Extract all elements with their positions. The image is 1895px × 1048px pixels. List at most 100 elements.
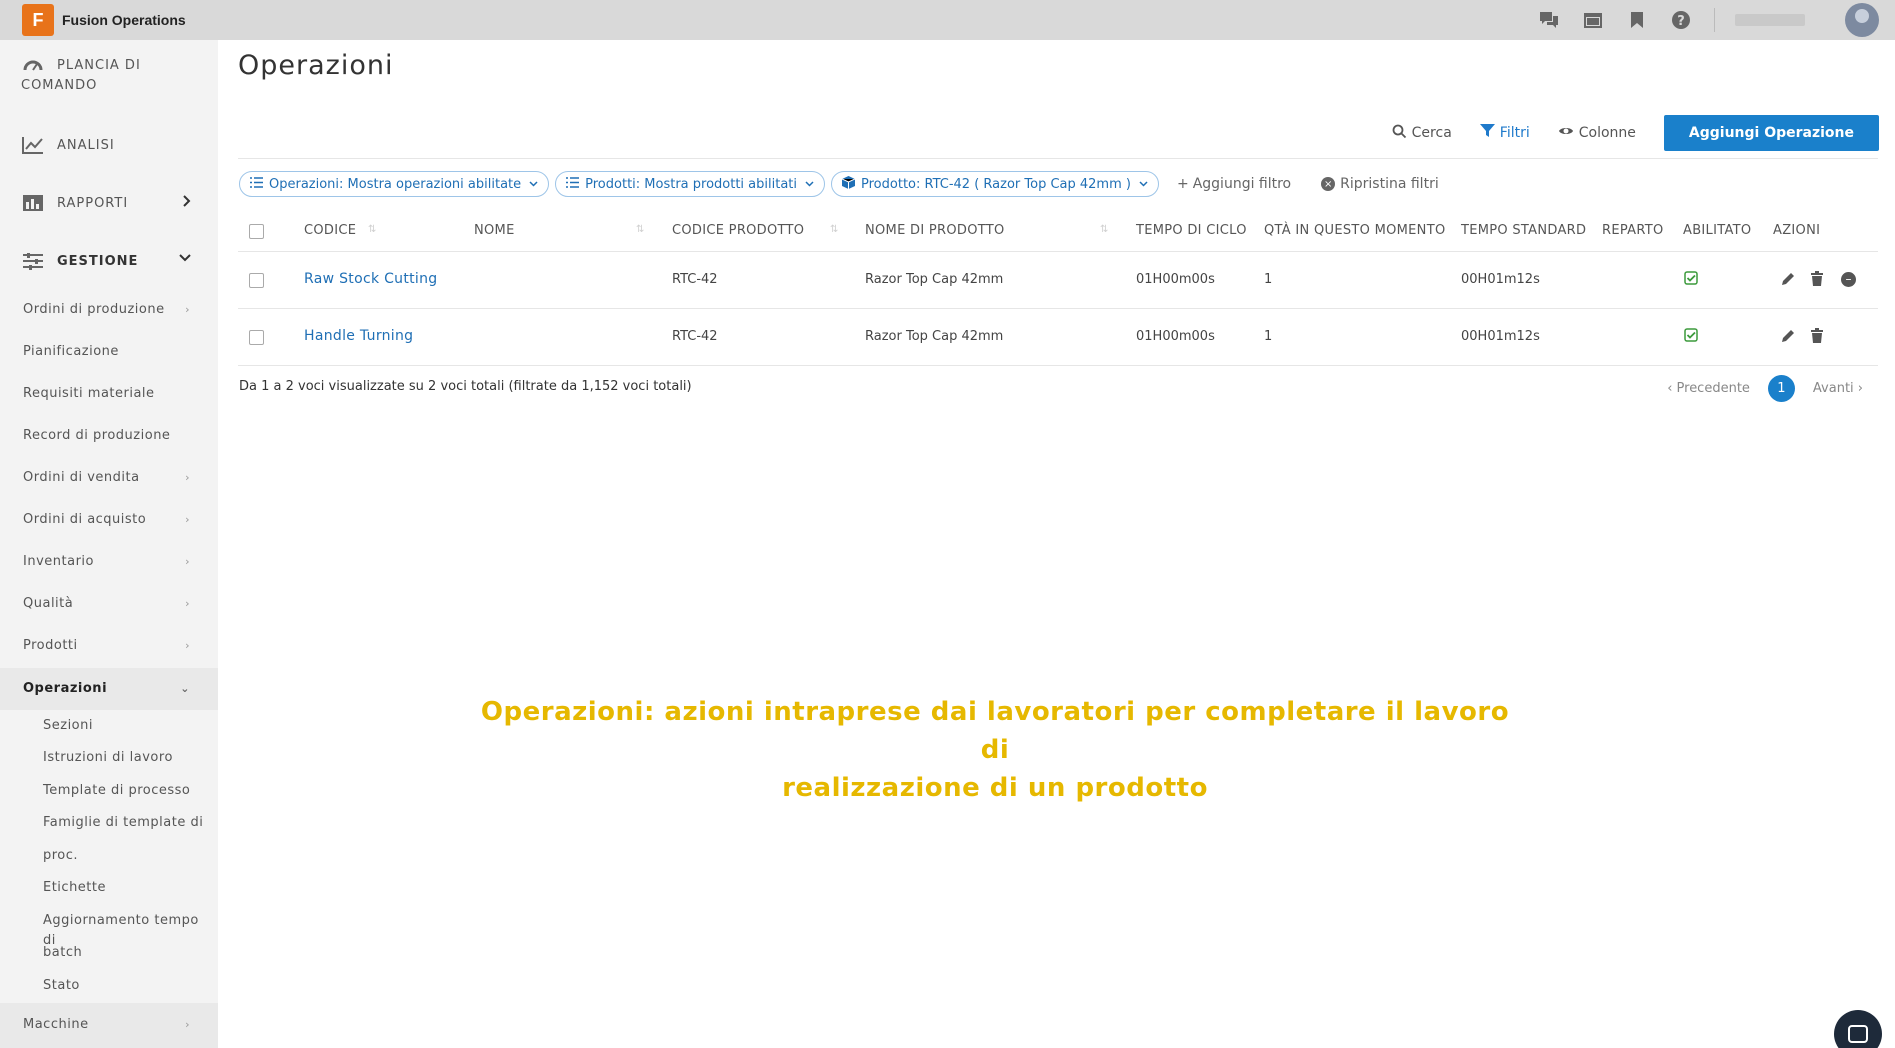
chevron-right-icon: ›: [185, 513, 190, 526]
help-icon[interactable]: ?: [1670, 9, 1692, 31]
svg-text:?: ?: [1677, 14, 1685, 29]
column-header-product-code[interactable]: CODICE PRODOTTO: [672, 223, 804, 238]
filters-button[interactable]: Filtri: [1479, 124, 1530, 142]
app-logo[interactable]: F Fusion Operations: [22, 4, 186, 36]
column-header-name[interactable]: NOME: [474, 223, 515, 238]
chevron-down-icon: [805, 179, 814, 190]
fusion-logo-icon: F: [22, 4, 54, 36]
plus-icon: +: [1176, 176, 1189, 192]
column-header-code[interactable]: CODICE: [304, 223, 356, 238]
user-name-redacted[interactable]: [1735, 14, 1805, 26]
bookmark-icon[interactable]: [1626, 9, 1648, 31]
sidebar-item-dashboard[interactable]: PLANCIA DI COMANDO: [0, 56, 218, 96]
app-title: Fusion Operations: [62, 12, 186, 28]
next-page-button[interactable]: Avanti ›: [1813, 381, 1863, 396]
toolbar: Cerca Filtri Colonne Aggiungi Operazione: [1392, 115, 1895, 151]
chat-icon[interactable]: [1538, 9, 1560, 31]
page-number-button[interactable]: 1: [1767, 374, 1795, 402]
top-bar: F Fusion Operations ?: [0, 0, 1895, 40]
row-checkbox[interactable]: [249, 273, 264, 288]
add-operation-button[interactable]: Aggiungi Operazione: [1663, 115, 1879, 151]
filter-chip-product[interactable]: Prodotto: RTC-42 ( Razor Top Cap 42mm ): [831, 171, 1159, 197]
sidebar-item-management[interactable]: GESTIONE: [0, 252, 218, 272]
chevron-right-icon: [182, 194, 192, 211]
filter-chip-products[interactable]: Prodotti: Mostra prodotti abilitati: [555, 171, 826, 197]
dashboard-icon: [21, 56, 45, 76]
edit-icon[interactable]: [1781, 328, 1796, 347]
sidebar-subitem-process-templates[interactable]: Template di processo: [43, 781, 213, 801]
operation-code-link[interactable]: Raw Stock Cutting: [304, 271, 437, 287]
sidebar-item-production-records[interactable]: Record di produzione: [0, 426, 218, 446]
select-all-checkbox[interactable]: [249, 224, 264, 239]
enabled-check-icon: [1684, 271, 1698, 285]
column-header-qty[interactable]: QTÀ IN QUESTO MOMENTO: [1264, 223, 1445, 238]
chevron-right-icon: ›: [185, 555, 190, 568]
sort-icon[interactable]: ⇅: [830, 224, 838, 235]
sidebar-item-quality[interactable]: Qualità ›: [0, 594, 218, 614]
sidebar-subitem-process-template-families[interactable]: Famiglie di template di: [43, 813, 213, 833]
column-header-standard-time[interactable]: TEMPO STANDARD: [1461, 223, 1586, 238]
sidebar-item-planning[interactable]: Pianificazione: [0, 342, 218, 362]
qty-now: 1: [1264, 329, 1273, 344]
sidebar-item-reports[interactable]: RAPPORTI: [0, 194, 218, 214]
previous-page-button[interactable]: ‹ Precedente: [1667, 381, 1750, 396]
sidebar-item-label: COMANDO: [21, 78, 98, 93]
sidebar-subitem-batch-time-update-cont[interactable]: batch: [43, 943, 213, 963]
columns-button[interactable]: Colonne: [1558, 125, 1636, 141]
sidebar-item-label: GESTIONE: [57, 254, 139, 269]
sort-icon[interactable]: ⇅: [636, 224, 644, 235]
sidebar-subitem-labels[interactable]: Etichette: [43, 878, 213, 898]
search-icon: [1392, 124, 1407, 143]
standard-time: 00H01m12s: [1461, 272, 1540, 287]
sidebar-item-analytics[interactable]: ANALISI: [0, 136, 218, 156]
avatar[interactable]: [1845, 3, 1879, 37]
sidebar-item-production-orders[interactable]: Ordini di produzione ›: [0, 300, 218, 320]
table-row: Raw Stock Cutting RTC-42 Razor Top Cap 4…: [238, 252, 1878, 309]
table-row: Handle Turning RTC-42 Razor Top Cap 42mm…: [238, 309, 1878, 366]
caption-line: Operazioni: azioni intraprese dai lavora…: [480, 697, 1510, 765]
column-header-enabled[interactable]: ABILITATO: [1683, 223, 1751, 238]
divider: [238, 158, 1878, 159]
sidebar-item-sales-orders[interactable]: Ordini di vendita ›: [0, 468, 218, 488]
operation-code-link[interactable]: Handle Turning: [304, 328, 413, 344]
add-filter-link[interactable]: + Aggiungi filtro: [1177, 176, 1291, 192]
cycle-time: 01H00m00s: [1136, 272, 1215, 287]
sidebar-subitem-status[interactable]: Stato: [43, 976, 213, 996]
sidebar-subitem-sections[interactable]: Sezioni: [43, 716, 213, 736]
sort-icon[interactable]: ⇅: [368, 224, 376, 235]
sidebar-subitem-process-template-families-cont[interactable]: proc.: [43, 846, 213, 866]
standard-time: 00H01m12s: [1461, 329, 1540, 344]
column-header-cycle-time[interactable]: TEMPO DI CICLO: [1136, 223, 1247, 238]
column-header-product-name[interactable]: NOME DI PRODOTTO: [865, 223, 1005, 238]
disable-icon[interactable]: –: [1841, 272, 1856, 287]
chevron-right-icon: ›: [185, 597, 190, 610]
column-header-department[interactable]: REPARTO: [1602, 223, 1664, 238]
edit-icon[interactable]: [1781, 271, 1796, 290]
support-chat-button[interactable]: [1834, 1010, 1882, 1048]
sidebar-item-material-requirements[interactable]: Requisiti materiale: [0, 384, 218, 404]
pagination: ‹ Precedente 1 Avanti ›: [1667, 374, 1895, 402]
sidebar-item-operations[interactable]: Operazioni ⌄: [0, 668, 218, 710]
filter-chip-operations[interactable]: Operazioni: Mostra operazioni abilitate: [239, 171, 550, 197]
close-circle-icon: ×: [1321, 177, 1336, 191]
sidebar-item-purchase-orders[interactable]: Ordini di acquisto ›: [0, 510, 218, 530]
sidebar-item-products[interactable]: Prodotti ›: [0, 636, 218, 656]
row-checkbox[interactable]: [249, 330, 264, 345]
calendar-icon[interactable]: [1582, 9, 1604, 31]
sidebar-item-machines[interactable]: Macchine ›: [0, 1003, 218, 1048]
sidebar-subitem-work-instructions[interactable]: Istruzioni di lavoro: [43, 748, 213, 768]
delete-icon[interactable]: [1811, 328, 1823, 347]
sidebar-item-label: PLANCIA DI: [57, 58, 141, 73]
cube-icon: [841, 176, 856, 192]
sliders-icon: [21, 252, 45, 272]
delete-icon[interactable]: [1811, 271, 1823, 290]
caption-line: realizzazione di un prodotto: [782, 773, 1208, 803]
cycle-time: 01H00m00s: [1136, 329, 1215, 344]
search-button[interactable]: Cerca: [1392, 124, 1452, 143]
overlay-caption: Operazioni: azioni intraprese dai lavora…: [470, 693, 1520, 807]
column-header-actions: AZIONI: [1773, 223, 1821, 238]
sort-icon[interactable]: ⇅: [1100, 224, 1108, 235]
sidebar-item-inventory[interactable]: Inventario ›: [0, 552, 218, 572]
reset-filters-link[interactable]: × Ripristina filtri: [1321, 176, 1439, 192]
chevron-down-icon: [529, 179, 538, 190]
